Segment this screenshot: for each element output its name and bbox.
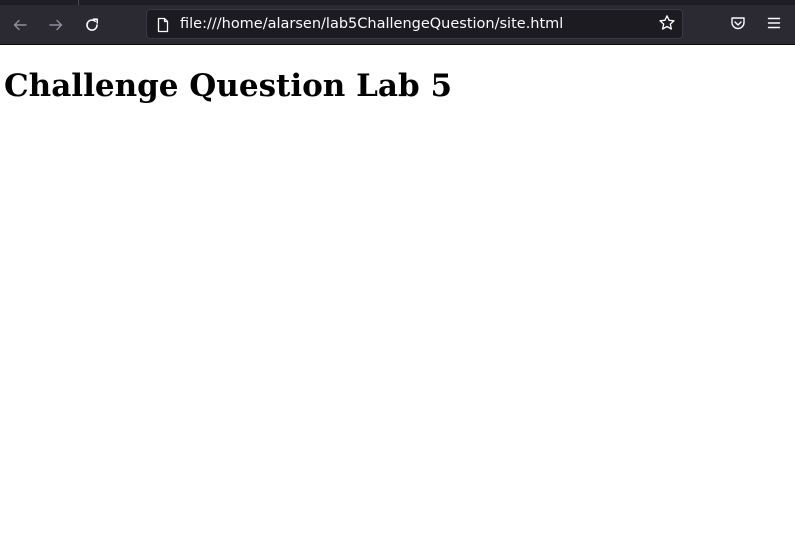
navigation-toolbar: file:///home/alarsen/lab5ChallengeQuesti… xyxy=(0,5,795,45)
bookmark-star-button[interactable] xyxy=(657,14,677,37)
page-icon xyxy=(155,17,171,33)
reload-icon xyxy=(84,17,100,33)
address-bar[interactable]: file:///home/alarsen/lab5ChallengeQuesti… xyxy=(146,9,683,39)
page-heading: Challenge Question Lab 5 xyxy=(4,68,453,104)
url-text[interactable]: file:///home/alarsen/lab5ChallengeQuesti… xyxy=(180,15,563,33)
browser-window: file:///home/alarsen/lab5ChallengeQuesti… xyxy=(0,0,795,557)
reload-button[interactable] xyxy=(76,9,108,41)
app-menu-button[interactable] xyxy=(758,9,790,41)
forward-arrow-icon xyxy=(48,17,64,33)
page-content: Challenge Question Lab 5 xyxy=(0,45,795,557)
pocket-button[interactable] xyxy=(722,9,754,41)
back-button[interactable] xyxy=(4,9,36,41)
hamburger-menu-icon xyxy=(766,15,782,36)
forward-button[interactable] xyxy=(40,9,72,41)
pocket-icon xyxy=(730,15,746,36)
back-arrow-icon xyxy=(12,17,28,33)
star-icon xyxy=(658,14,676,37)
